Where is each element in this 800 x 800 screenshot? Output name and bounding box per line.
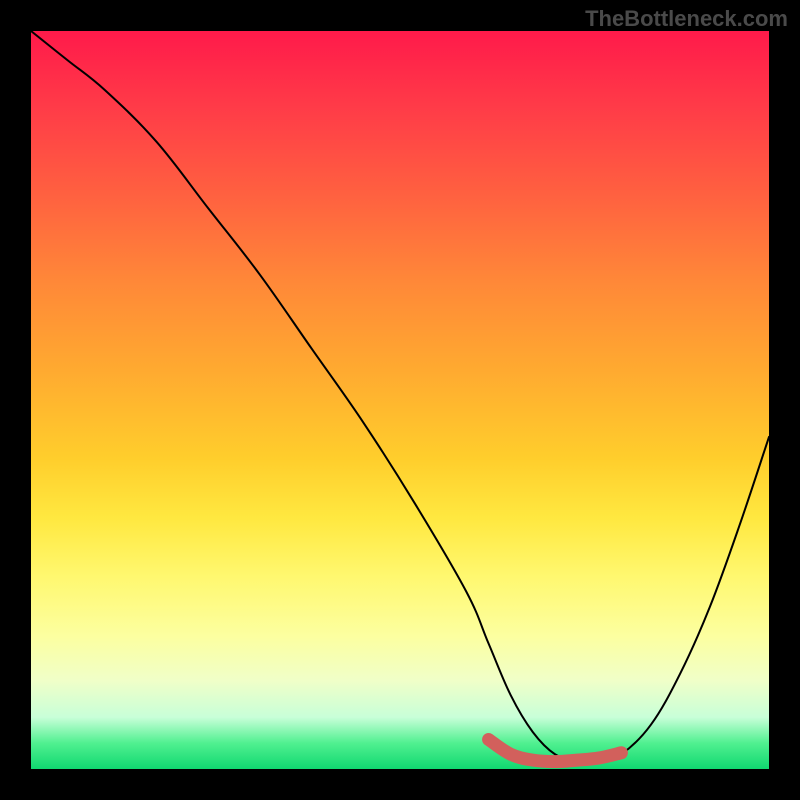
bottleneck-curve-path [31, 31, 769, 763]
chart-svg-layer [31, 31, 769, 769]
chart-plot-area [31, 31, 769, 769]
bottleneck-highlight-path [489, 739, 622, 761]
watermark-text: TheBottleneck.com [585, 6, 788, 32]
